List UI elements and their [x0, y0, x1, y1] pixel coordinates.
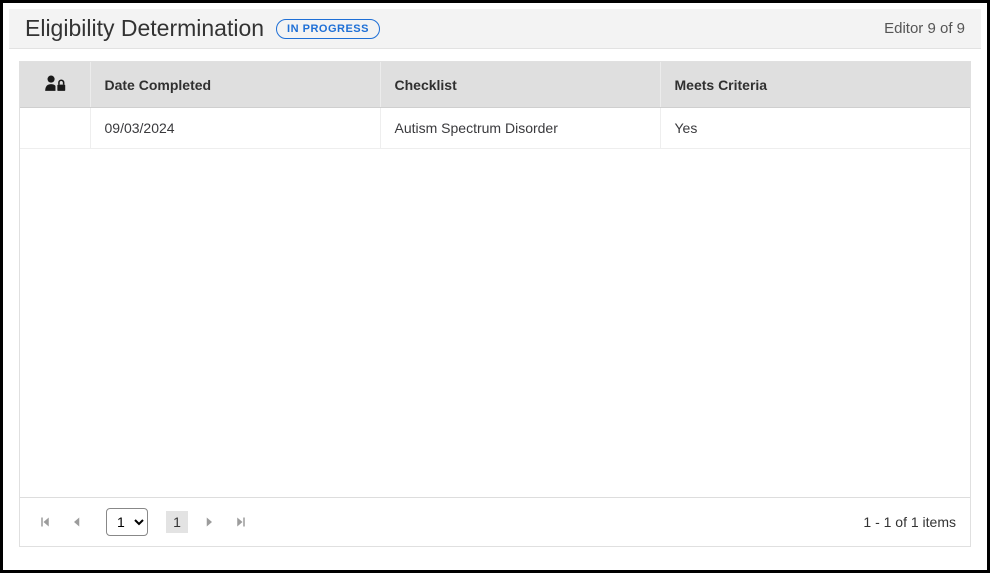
column-header-lock[interactable]: [20, 62, 90, 108]
pager-prev-button[interactable]: [66, 511, 88, 533]
column-header-meets-criteria[interactable]: Meets Criteria: [660, 62, 970, 108]
pager-current-page[interactable]: 1: [166, 511, 188, 533]
table-row[interactable]: 09/03/2024 Autism Spectrum Disorder Yes: [20, 108, 970, 149]
person-lock-icon: [44, 74, 66, 92]
seek-last-icon: [235, 516, 247, 528]
page-title: Eligibility Determination: [25, 15, 264, 42]
column-header-checklist[interactable]: Checklist: [380, 62, 660, 108]
eligibility-table: Date Completed Checklist Meets Criteria …: [20, 62, 970, 149]
grid-wrapper: Date Completed Checklist Meets Criteria …: [19, 61, 971, 547]
cell-checklist: Autism Spectrum Disorder: [380, 108, 660, 149]
header-bar: Eligibility Determination IN PROGRESS Ed…: [9, 9, 981, 49]
pager-controls: 1 1: [34, 508, 252, 536]
content-panel: Date Completed Checklist Meets Criteria …: [19, 61, 971, 547]
pager-last-button[interactable]: [230, 511, 252, 533]
title-group: Eligibility Determination IN PROGRESS: [25, 15, 380, 42]
column-header-date-completed[interactable]: Date Completed: [90, 62, 380, 108]
pager-summary: 1 - 1 of 1 items: [863, 514, 956, 530]
chevron-right-icon: [203, 516, 215, 528]
app-window: Eligibility Determination IN PROGRESS Ed…: [0, 0, 990, 573]
grid-scroll[interactable]: Date Completed Checklist Meets Criteria …: [20, 62, 970, 498]
table-header-row: Date Completed Checklist Meets Criteria: [20, 62, 970, 108]
cell-meets-criteria: Yes: [660, 108, 970, 149]
cell-lock: [20, 108, 90, 149]
pager-page-select[interactable]: 1: [106, 508, 148, 536]
editor-counter: Editor 9 of 9: [884, 20, 965, 37]
pager: 1 1 1 - 1 of 1 items: [20, 498, 970, 546]
app-inner: Eligibility Determination IN PROGRESS Ed…: [3, 3, 987, 563]
pager-next-button[interactable]: [198, 511, 220, 533]
cell-date-completed: 09/03/2024: [90, 108, 380, 149]
chevron-left-icon: [71, 516, 83, 528]
seek-first-icon: [39, 516, 51, 528]
pager-first-button[interactable]: [34, 511, 56, 533]
status-badge: IN PROGRESS: [276, 19, 380, 39]
